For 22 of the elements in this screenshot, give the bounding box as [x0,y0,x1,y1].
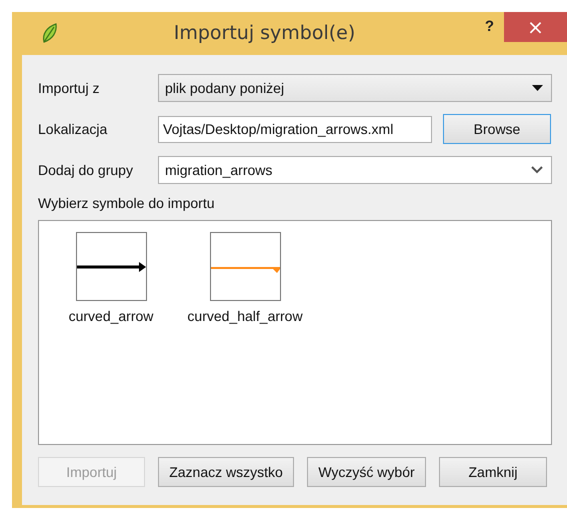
leaf-logo-icon [41,22,59,44]
list-label: Wybierz symbole do importu [38,195,216,211]
help-button[interactable]: ? [484,18,494,35]
chevron-down-icon [531,166,543,174]
location-field[interactable]: Vojtas/Desktop/migration_arrows.xml [158,116,432,142]
half-arrow-icon [210,267,280,273]
field-label: Dodaj do grupy [38,162,134,178]
symbol-name: curved_half_arrow [187,308,303,324]
field-label: Importuj z [38,80,100,96]
dialog-button[interactable]: Zamknij [439,457,547,487]
field-label: Lokalizacja [38,121,108,137]
browse-button[interactable]: Browse [443,114,551,144]
window-title: Importuj symbol(e) [174,22,356,44]
dialog-button[interactable]: Zaznacz wszystko [158,457,294,487]
source-dropdown[interactable]: plik podany poniżej [158,74,552,102]
group-dropdown[interactable]: migration_arrows [158,156,552,184]
arrow-icon [76,262,146,272]
dialog-button[interactable]: Wyczyść wybór [307,457,426,487]
symbol-preview[interactable] [76,232,146,301]
symbol-name: curved_arrow [68,308,154,324]
close-button[interactable]: × [504,12,567,42]
caret-icon [532,85,543,91]
